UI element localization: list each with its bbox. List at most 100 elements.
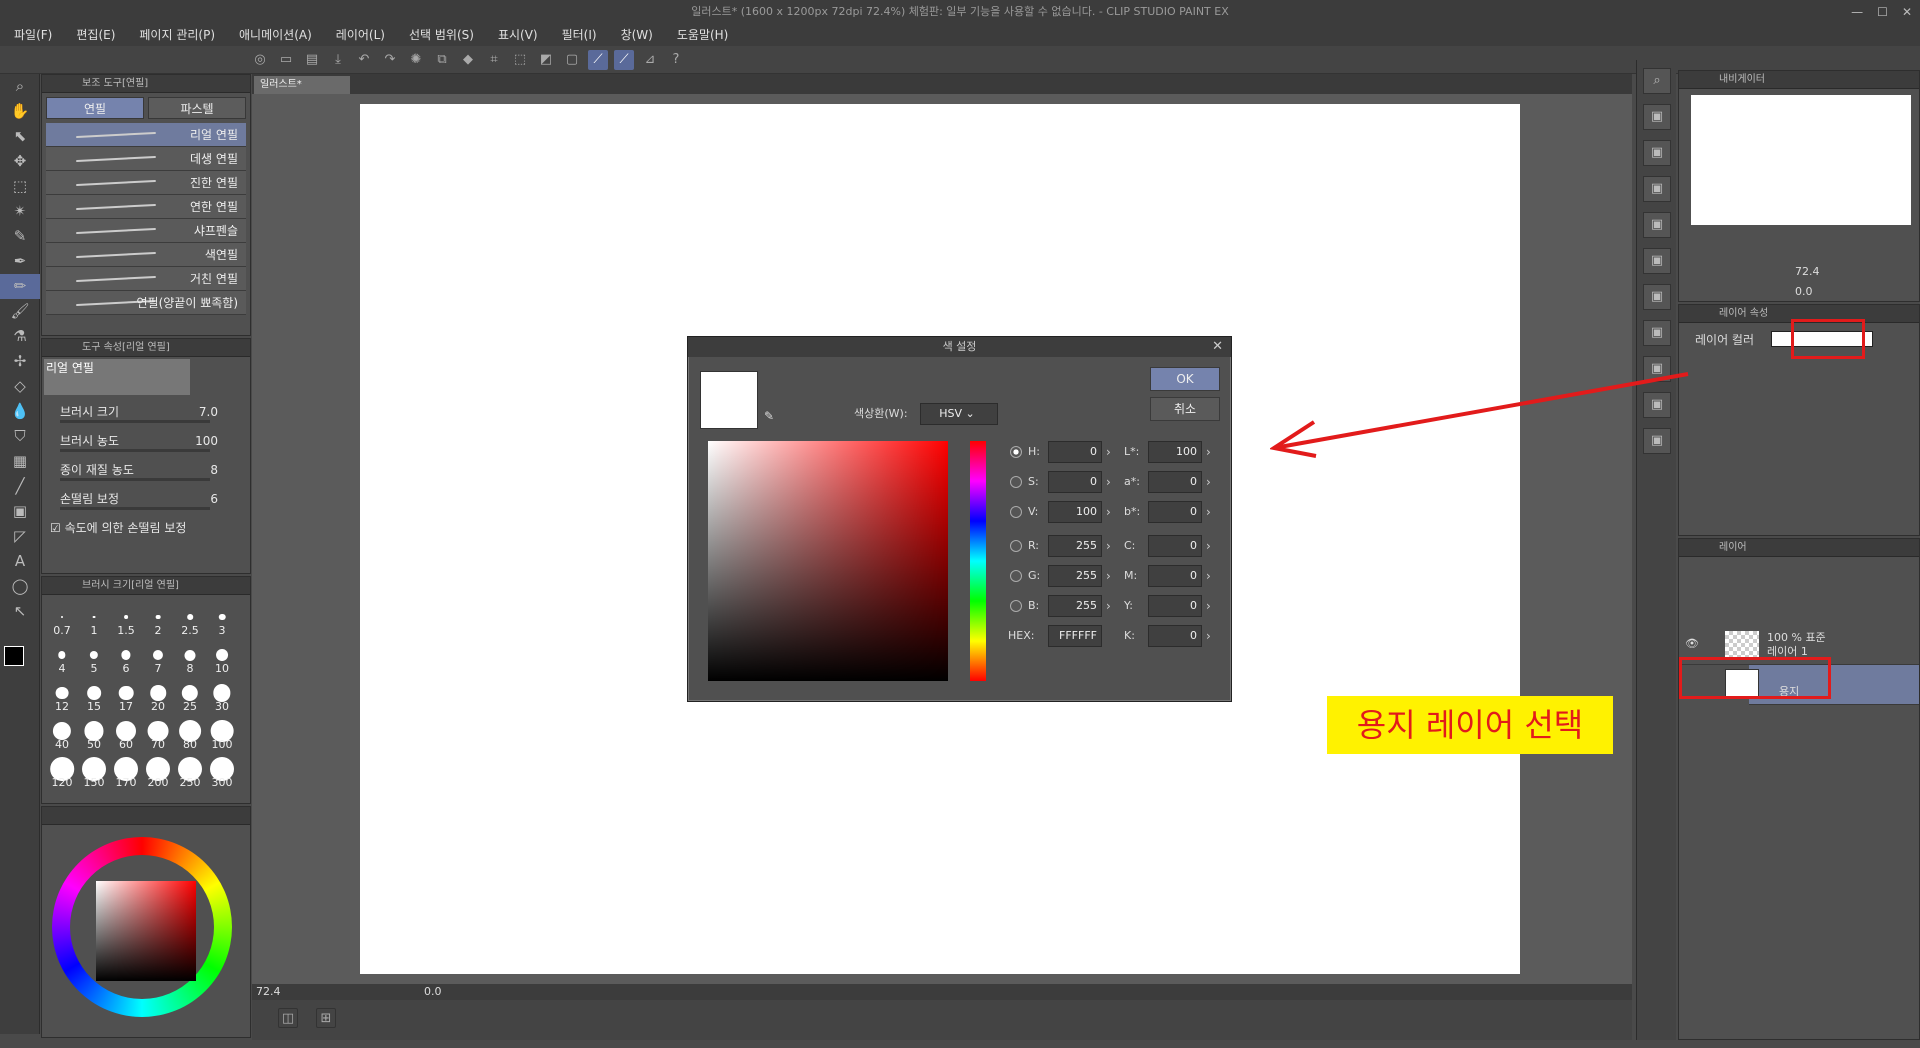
search-icon[interactable]: ⌕ bbox=[1643, 68, 1671, 94]
open-icon[interactable]: ▤ bbox=[302, 50, 322, 70]
field-h[interactable]: 0 bbox=[1048, 441, 1102, 463]
brush-size-preset[interactable]: 10 bbox=[206, 639, 238, 675]
increment-icon[interactable]: › bbox=[1206, 441, 1211, 463]
maximize-icon[interactable]: ☐ bbox=[1877, 0, 1888, 24]
list-item[interactable]: 거친 연필 bbox=[46, 267, 246, 291]
speed-stabilization-checkbox[interactable]: ☑ 속도에 의한 손떨림 보정 bbox=[42, 515, 250, 544]
save-icon[interactable]: ⤓ bbox=[328, 50, 348, 70]
snap-grid-icon[interactable]: ⊿ bbox=[640, 50, 660, 70]
list-item[interactable]: 데생 연필 bbox=[46, 147, 246, 171]
brush-size-preset[interactable]: 4 bbox=[46, 639, 78, 675]
increment-icon[interactable]: › bbox=[1106, 595, 1111, 617]
colorspace-select[interactable]: HSV ⌄ bbox=[920, 403, 998, 425]
snap-ruler-icon[interactable]: ⟋ bbox=[588, 49, 608, 70]
brush-size-preset[interactable]: 17 bbox=[110, 677, 142, 713]
field-s[interactable]: 0 bbox=[1048, 471, 1102, 493]
radio-v[interactable] bbox=[1010, 506, 1022, 518]
brush-size-preset[interactable]: 30 bbox=[206, 677, 238, 713]
increment-icon[interactable]: › bbox=[1206, 471, 1211, 493]
material-icon[interactable]: ▣ bbox=[1643, 320, 1671, 346]
clip-studio-icon[interactable]: ◎ bbox=[250, 50, 270, 70]
field-y[interactable]: 0 bbox=[1148, 595, 1202, 617]
hue-bar[interactable] bbox=[970, 441, 986, 681]
canvas-tab[interactable]: 일러스트* bbox=[254, 76, 350, 94]
fill-tool-icon[interactable]: ⛉ bbox=[0, 424, 40, 449]
radio-b[interactable] bbox=[1010, 600, 1022, 612]
menu-animation[interactable]: 애니메이션(A) bbox=[225, 24, 322, 46]
color-square[interactable] bbox=[96, 881, 196, 981]
material-icon[interactable]: ▣ bbox=[1643, 356, 1671, 382]
invert-icon[interactable]: ◩ bbox=[536, 50, 556, 70]
brush-size-preset[interactable]: 7 bbox=[142, 639, 174, 675]
radio-r[interactable] bbox=[1010, 540, 1022, 552]
brush-density-prop[interactable]: 브러시 농도 100 bbox=[42, 428, 250, 457]
correct-line-tool-icon[interactable]: ↖ bbox=[0, 599, 40, 624]
select-tool-icon[interactable]: ⬚ bbox=[0, 174, 40, 199]
material-icon[interactable]: ▣ bbox=[1643, 140, 1671, 166]
brush-size-preset[interactable]: 40 bbox=[46, 715, 78, 751]
brush-size-preset[interactable]: 100 bbox=[206, 715, 238, 751]
material-icon[interactable]: ▣ bbox=[1643, 212, 1671, 238]
field-k[interactable]: 0 bbox=[1148, 625, 1202, 647]
brush-size-preset[interactable]: 15 bbox=[78, 677, 110, 713]
list-item[interactable]: 리얼 연필 bbox=[46, 123, 246, 147]
navigator-angle[interactable]: 0.0 bbox=[1795, 285, 1813, 298]
brush-tool-icon[interactable]: 🖌 bbox=[0, 299, 40, 324]
increment-icon[interactable]: › bbox=[1206, 625, 1211, 647]
increment-icon[interactable]: › bbox=[1206, 595, 1211, 617]
sv-square[interactable] bbox=[708, 441, 948, 681]
move-tool-icon[interactable]: ✥ bbox=[0, 149, 40, 174]
brush-size-preset[interactable]: 2.5 bbox=[174, 601, 206, 637]
brush-size-preset[interactable]: 150 bbox=[78, 753, 110, 789]
eyedropper-icon[interactable]: ✎ bbox=[764, 409, 774, 423]
brush-size-preset[interactable]: 80 bbox=[174, 715, 206, 751]
hand-tool-icon[interactable]: ✋ bbox=[0, 99, 40, 124]
snap-special-icon[interactable]: ⟋ bbox=[614, 49, 634, 70]
paper-texture-prop[interactable]: 종이 재질 농도 8 bbox=[42, 457, 250, 486]
material-icon[interactable]: ▣ bbox=[1643, 248, 1671, 274]
zoom-tool-icon[interactable]: ⌕ bbox=[0, 74, 40, 99]
pen-tool-icon[interactable]: ✒ bbox=[0, 249, 40, 274]
brush-size-preset[interactable]: 250 bbox=[174, 753, 206, 789]
menu-selection[interactable]: 선택 범위(S) bbox=[395, 24, 484, 46]
figure-tool-icon[interactable]: ╱ bbox=[0, 474, 40, 499]
list-item[interactable]: 연필(양끝이 뾰족함) bbox=[46, 291, 246, 315]
transform-icon[interactable]: ⧉ bbox=[432, 50, 452, 70]
menu-layer[interactable]: 레이어(L) bbox=[322, 24, 395, 46]
radio-h[interactable] bbox=[1010, 446, 1022, 458]
menu-filter[interactable]: 필터(I) bbox=[548, 24, 607, 46]
brush-size-preset[interactable]: 8 bbox=[174, 639, 206, 675]
hide-icon[interactable]: ▢ bbox=[562, 50, 582, 70]
field-g[interactable]: 255 bbox=[1048, 565, 1102, 587]
increment-icon[interactable]: › bbox=[1206, 565, 1211, 587]
tab-pastel[interactable]: 파스텔 bbox=[148, 97, 246, 119]
brush-size-preset[interactable]: 2 bbox=[142, 601, 174, 637]
list-item[interactable]: 연한 연필 bbox=[46, 195, 246, 219]
field-v[interactable]: 100 bbox=[1048, 501, 1102, 523]
angle-value[interactable]: 0.0 bbox=[424, 985, 442, 998]
increment-icon[interactable]: › bbox=[1106, 501, 1111, 523]
field-b[interactable]: 0 bbox=[1148, 501, 1202, 523]
material-icon[interactable]: ▣ bbox=[1643, 284, 1671, 310]
field-r[interactable]: 255 bbox=[1048, 535, 1102, 557]
radio-g[interactable] bbox=[1010, 570, 1022, 582]
brush-size-preset[interactable]: 3 bbox=[206, 601, 238, 637]
increment-icon[interactable]: › bbox=[1106, 565, 1111, 587]
increment-icon[interactable]: › bbox=[1106, 441, 1111, 463]
menu-help[interactable]: 도움말(H) bbox=[663, 24, 739, 46]
field-c[interactable]: 0 bbox=[1148, 535, 1202, 557]
object-tool-icon[interactable]: ⬉ bbox=[0, 124, 40, 149]
list-item[interactable]: 진한 연필 bbox=[46, 171, 246, 195]
brush-size-preset[interactable]: 1 bbox=[78, 601, 110, 637]
redo-icon[interactable]: ↷ bbox=[380, 50, 400, 70]
brush-size-preset[interactable]: 300 bbox=[206, 753, 238, 789]
brush-size-preset[interactable]: 60 bbox=[110, 715, 142, 751]
brush-size-prop[interactable]: 브러시 크기 7.0 bbox=[42, 399, 250, 428]
pencil-tool-icon[interactable]: ✏ bbox=[0, 274, 40, 299]
frame-tool-icon[interactable]: ▣ bbox=[0, 499, 40, 524]
field-a[interactable]: 0 bbox=[1148, 471, 1202, 493]
gradient-tool-icon[interactable]: ▦ bbox=[0, 449, 40, 474]
ruler-tool-icon[interactable]: ◸ bbox=[0, 524, 40, 549]
new-file-icon[interactable]: ▭ bbox=[276, 50, 296, 70]
material-icon[interactable]: ▣ bbox=[1643, 176, 1671, 202]
